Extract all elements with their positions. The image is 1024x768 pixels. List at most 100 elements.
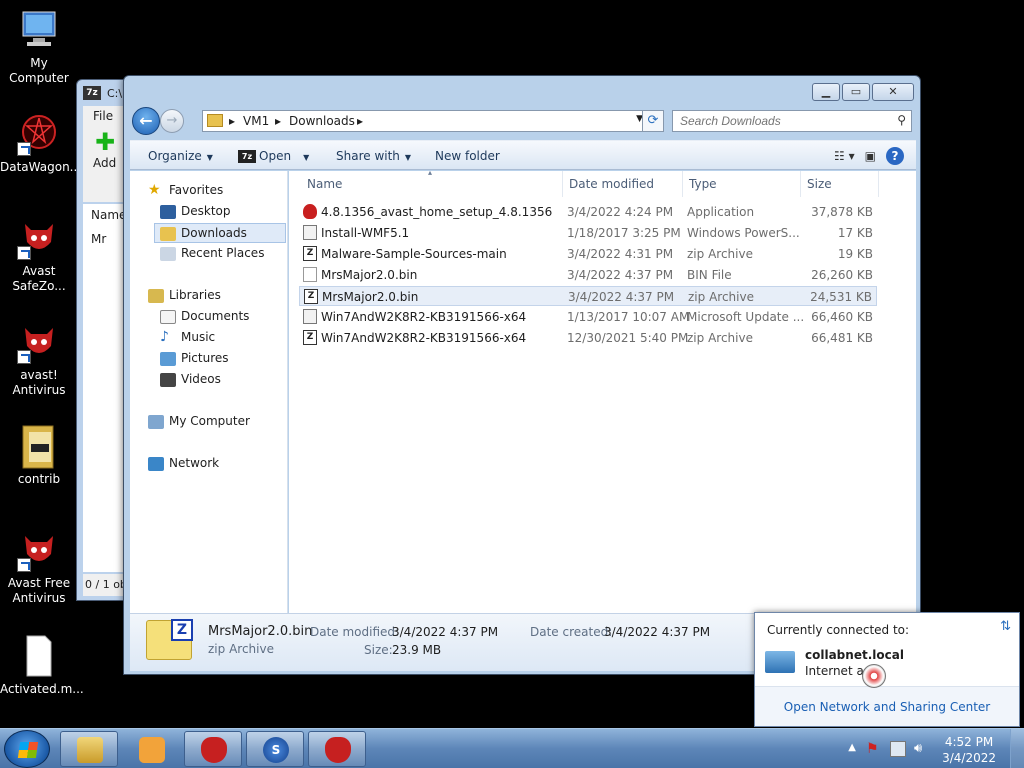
show-hidden-icons-icon[interactable]: ▲ bbox=[848, 742, 856, 753]
show-desktop-button[interactable] bbox=[1010, 729, 1024, 768]
minimize-icon: ▁ bbox=[821, 85, 831, 98]
file-size: 37,878 KB bbox=[811, 205, 873, 219]
details-size-label: Size: bbox=[364, 643, 393, 657]
table-row[interactable]: Z Malware-Sample-Sources-main 3/4/2022 4… bbox=[299, 244, 877, 264]
file-size: 17 KB bbox=[837, 226, 873, 240]
desktop-icon-datawagon[interactable]: DataWagon... bbox=[0, 112, 81, 175]
maximize-button[interactable]: ▭ bbox=[842, 83, 870, 101]
column-header-type[interactable]: Type bbox=[683, 171, 801, 197]
network-access: Internet a bbox=[805, 664, 864, 678]
sort-arrow-icon: ▴ bbox=[428, 168, 433, 177]
file-name: Install-WMF5.1 bbox=[321, 226, 410, 240]
network-popup: Currently connected to: ⇅ collabnet.loca… bbox=[754, 612, 1020, 727]
desktop-icon-avast-free[interactable]: Avast Free Antivirus bbox=[0, 528, 78, 606]
change-view-icon[interactable]: ☷ ▾ bbox=[834, 149, 855, 163]
forward-button[interactable]: → bbox=[160, 109, 184, 133]
nav-desktop[interactable]: Desktop bbox=[160, 204, 231, 219]
column-header-name[interactable]: Name bbox=[91, 208, 126, 222]
close-button[interactable]: ✕ bbox=[872, 83, 914, 101]
desktop-icon-avast-antivirus[interactable]: avast! Antivirus bbox=[0, 320, 78, 398]
network-tray-icon[interactable] bbox=[890, 741, 906, 757]
taskbar-avast-button[interactable] bbox=[184, 731, 242, 767]
computer-icon bbox=[17, 8, 61, 52]
file-type: Windows PowerS... bbox=[687, 226, 800, 240]
file-date: 1/13/2017 10:07 AM bbox=[567, 310, 690, 324]
refresh-icon[interactable]: ⇅ bbox=[1000, 619, 1011, 634]
nav-network[interactable]: Network bbox=[148, 456, 219, 471]
file-date: 12/30/2021 5:40 PM bbox=[567, 331, 689, 345]
search-box[interactable]: ⚲ bbox=[672, 110, 912, 132]
7zip-icon: 7z bbox=[238, 150, 256, 163]
zip-icon: Z bbox=[304, 289, 318, 304]
table-row[interactable]: Z Win7AndW2K8R2-KB3191566-x64 12/30/2021… bbox=[299, 328, 877, 348]
new-folder-button[interactable]: New folder bbox=[435, 149, 500, 163]
breadcrumb-vm1[interactable]: VM1 bbox=[243, 114, 269, 128]
explorer-icon bbox=[77, 737, 103, 763]
zip-icon: Z bbox=[146, 619, 193, 660]
help-icon[interactable]: ? bbox=[886, 147, 904, 165]
column-header-date[interactable]: Date modified bbox=[563, 171, 683, 197]
share-with-button[interactable]: Share with ▼ bbox=[336, 149, 411, 163]
open-button[interactable]: 7z Open ▼ bbox=[238, 149, 309, 163]
start-button[interactable] bbox=[4, 730, 50, 768]
nav-videos[interactable]: Videos bbox=[160, 372, 221, 387]
desktop-icon-contrib[interactable]: contrib bbox=[0, 424, 78, 487]
address-bar[interactable]: ▸ VM1 ▸ Downloads ▸ ▼ bbox=[202, 110, 648, 132]
avast-icon bbox=[325, 737, 351, 763]
nav-label: My Computer bbox=[169, 414, 250, 428]
caption-buttons: ▁ ▭ ✕ bbox=[810, 83, 914, 101]
nav-recent-places[interactable]: Recent Places bbox=[160, 246, 264, 261]
organize-button[interactable]: Organize ▼ bbox=[148, 149, 213, 163]
breadcrumb-separator-icon[interactable]: ▸ bbox=[275, 114, 281, 128]
details-date-modified-label: Date modified: bbox=[310, 625, 400, 639]
action-center-flag-icon[interactable]: ⚑ bbox=[866, 741, 882, 757]
table-row[interactable]: 4.8.1356_avast_home_setup_4.8.1356 3/4/2… bbox=[299, 202, 877, 222]
volume-icon[interactable]: 🔊︎ bbox=[914, 741, 930, 757]
nav-libraries[interactable]: Libraries bbox=[148, 288, 221, 303]
taskbar-media-player-button[interactable] bbox=[122, 731, 180, 767]
clock[interactable]: 4:52 PM 3/4/2022 bbox=[942, 734, 996, 766]
nav-pictures[interactable]: Pictures bbox=[160, 351, 229, 366]
file-name: Win7AndW2K8R2-KB3191566-x64 bbox=[321, 310, 527, 324]
column-header-size[interactable]: Size bbox=[801, 171, 879, 197]
file-icon bbox=[303, 267, 317, 282]
desktop-icon-activated[interactable]: Activated.m... bbox=[0, 634, 84, 697]
network-name: collabnet.local bbox=[805, 648, 904, 662]
navigation-pane: ★ Favorites Desktop Downloads Recent Plac… bbox=[130, 171, 288, 613]
nav-favorites[interactable]: ★ Favorites bbox=[148, 183, 223, 198]
table-row[interactable]: Install-WMF5.1 1/18/2017 3:25 PM Windows… bbox=[299, 223, 877, 243]
taskbar-s-app-button[interactable]: S bbox=[246, 731, 304, 767]
s-app-icon: S bbox=[263, 737, 289, 763]
table-row-selected[interactable]: Z MrsMajor2.0.bin 3/4/2022 4:37 PM zip A… bbox=[299, 286, 877, 306]
nav-downloads[interactable]: Downloads bbox=[154, 223, 286, 243]
desktop-icon-avast-safezone[interactable]: Avast SafeZo... bbox=[0, 216, 78, 294]
back-button[interactable]: ← bbox=[132, 107, 160, 135]
table-row[interactable]: Win7AndW2K8R2-KB3191566-x64 1/13/2017 10… bbox=[299, 307, 877, 327]
breadcrumb-separator-icon[interactable]: ▸ bbox=[229, 114, 235, 128]
search-icon[interactable]: ⚲ bbox=[897, 113, 906, 127]
folder-icon bbox=[207, 114, 223, 127]
search-input[interactable] bbox=[673, 111, 883, 131]
share-with-label: Share with bbox=[336, 149, 400, 163]
plus-icon: ✚ bbox=[95, 128, 116, 156]
details-file-kind: zip Archive bbox=[208, 642, 274, 656]
menu-file[interactable]: File bbox=[93, 109, 113, 123]
shortcut-arrow-icon bbox=[17, 350, 31, 364]
nav-music[interactable]: ♪ Music bbox=[160, 330, 215, 345]
media-player-icon bbox=[139, 737, 165, 763]
breadcrumb-downloads[interactable]: Downloads bbox=[289, 114, 355, 128]
file-size: 26,260 KB bbox=[811, 268, 873, 282]
minimize-button[interactable]: ▁ bbox=[812, 83, 840, 101]
star-icon: ★ bbox=[148, 181, 161, 198]
refresh-button[interactable]: ⟳ bbox=[642, 110, 664, 132]
taskbar-explorer-button[interactable] bbox=[60, 731, 118, 767]
desktop-icon-my-computer[interactable]: My Computer bbox=[0, 8, 78, 86]
file-size: 66,460 KB bbox=[811, 310, 873, 324]
nav-my-computer[interactable]: My Computer bbox=[148, 414, 250, 429]
preview-pane-icon[interactable]: ▣ bbox=[865, 149, 876, 163]
table-row[interactable]: MrsMajor2.0.bin 3/4/2022 4:37 PM BIN Fil… bbox=[299, 265, 877, 285]
taskbar-avast-button-2[interactable] bbox=[308, 731, 366, 767]
open-network-sharing-center-link[interactable]: Open Network and Sharing Center bbox=[755, 686, 1019, 726]
nav-documents[interactable]: Documents bbox=[160, 309, 249, 324]
breadcrumb-separator-icon[interactable]: ▸ bbox=[357, 114, 363, 128]
